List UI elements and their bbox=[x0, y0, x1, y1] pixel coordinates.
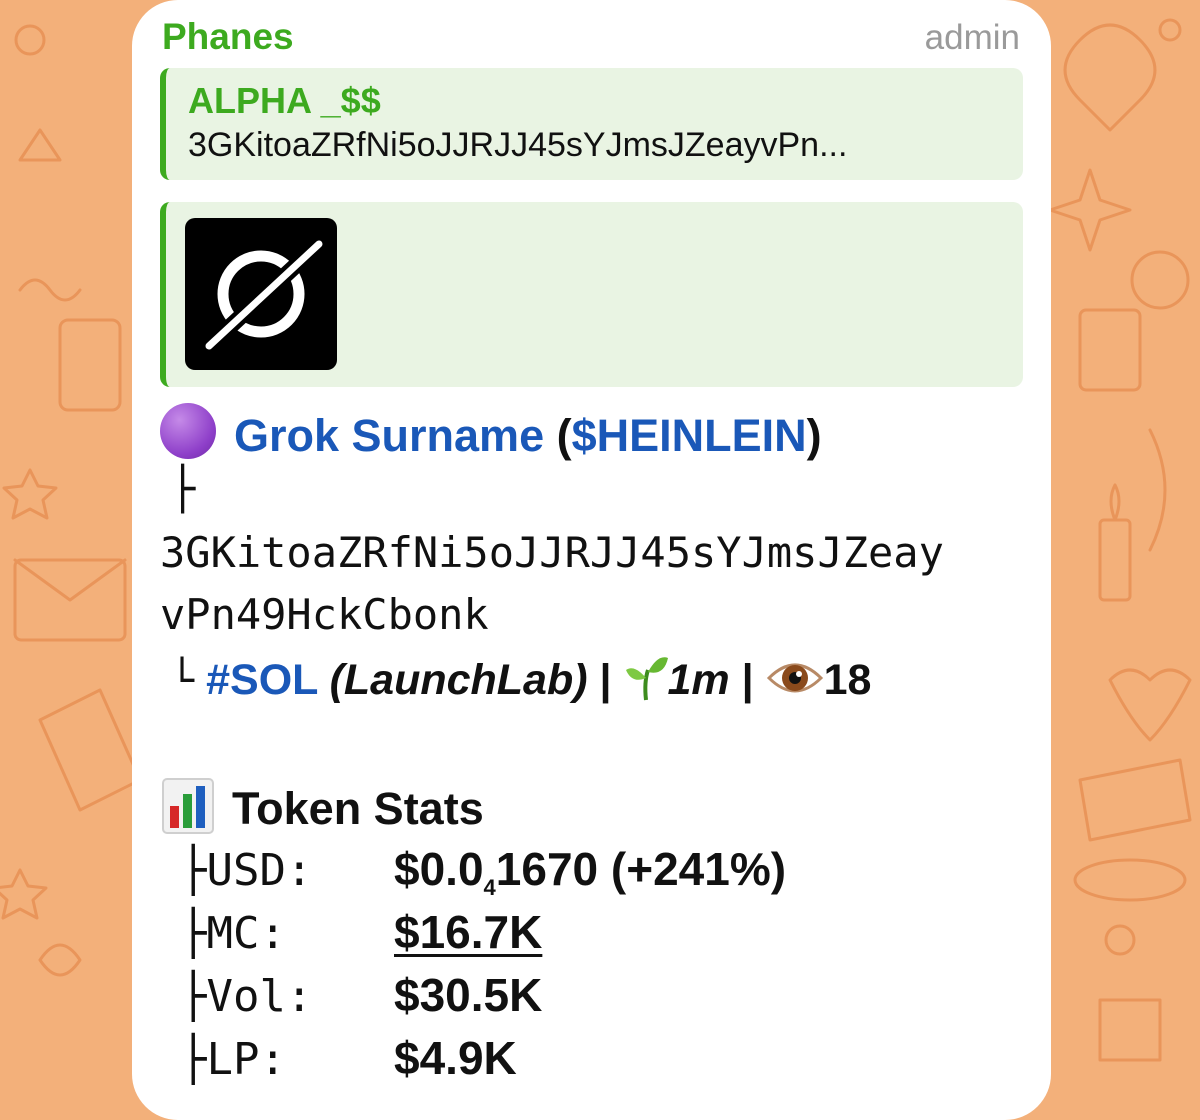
stat-row-usd: ├USD: $0.041670 (+241%) bbox=[180, 842, 786, 901]
reply-quote[interactable]: ALPHA _$$ 3GKitoaZRfNi5oJJRJJ45sYJmsJZea… bbox=[160, 68, 1023, 180]
open-paren: ( bbox=[544, 410, 572, 461]
token-stats-heading: Token Stats bbox=[162, 778, 484, 835]
reply-author: ALPHA _$$ bbox=[188, 80, 381, 121]
stat-value-usd: $0.041670 (+241%) bbox=[394, 843, 787, 900]
usd-value-prefix: $0.0 bbox=[394, 843, 484, 895]
token-logo-image[interactable] bbox=[185, 218, 337, 370]
contract-address-line2[interactable]: vPn49HckCbonk bbox=[160, 590, 489, 639]
separator-2: | bbox=[729, 656, 766, 704]
token-age: 1m bbox=[667, 656, 730, 704]
stat-label: ├MC: bbox=[180, 908, 286, 959]
reply-text: 3GKitoaZRfNi5oJJRJJ45sYJmsJZeayvPn... bbox=[188, 126, 848, 164]
stat-value-vol: $30.5K bbox=[394, 969, 543, 1021]
sender-name[interactable]: Phanes bbox=[162, 16, 294, 58]
stats-title-text: Token Stats bbox=[232, 783, 484, 834]
stat-value-lp: $4.9K bbox=[394, 1032, 517, 1084]
usd-value-digits: 1670 bbox=[495, 843, 599, 895]
ticker-link[interactable]: $HEINLEIN bbox=[572, 410, 807, 461]
contract-address-line1[interactable]: 3GKitoaZRfNi5oJJRJJ45sYJmsJZeay bbox=[160, 528, 944, 577]
stat-label: ├LP: bbox=[180, 1034, 286, 1085]
eye-icon bbox=[766, 663, 823, 693]
usd-change: (+241%) bbox=[598, 843, 787, 895]
token-title: Grok Surname ($HEINLEIN) bbox=[160, 403, 822, 462]
tree-branch: ├ bbox=[170, 464, 196, 513]
separator: | bbox=[587, 656, 624, 704]
tree-corner: └ bbox=[170, 658, 195, 704]
chain-hashtag[interactable]: #SOL bbox=[206, 656, 318, 704]
view-count: 18 bbox=[823, 656, 872, 704]
close-paren: ) bbox=[806, 410, 822, 461]
link-preview[interactable] bbox=[160, 202, 1023, 387]
sender-role-badge: admin bbox=[924, 18, 1020, 57]
token-name-link[interactable]: Grok Surname bbox=[234, 410, 544, 461]
stat-label: ├Vol: bbox=[180, 971, 313, 1022]
stat-row-mc: ├MC: $16.7K bbox=[180, 905, 542, 959]
bar-chart-icon bbox=[162, 778, 214, 834]
usd-zero-count: 4 bbox=[483, 875, 496, 901]
seedling-icon bbox=[625, 657, 668, 701]
token-meta: └ #SOL (LaunchLab) | 1m | 18 bbox=[170, 652, 871, 705]
purple-circle-icon bbox=[160, 403, 216, 459]
stat-label: ├USD: bbox=[180, 845, 313, 896]
stat-row-vol: ├Vol: $30.5K bbox=[180, 968, 542, 1022]
stat-value-mc-link[interactable]: $16.7K bbox=[394, 906, 542, 958]
stat-row-lp: ├LP: $4.9K bbox=[180, 1031, 517, 1085]
platform-label: (LaunchLab) bbox=[329, 656, 588, 704]
